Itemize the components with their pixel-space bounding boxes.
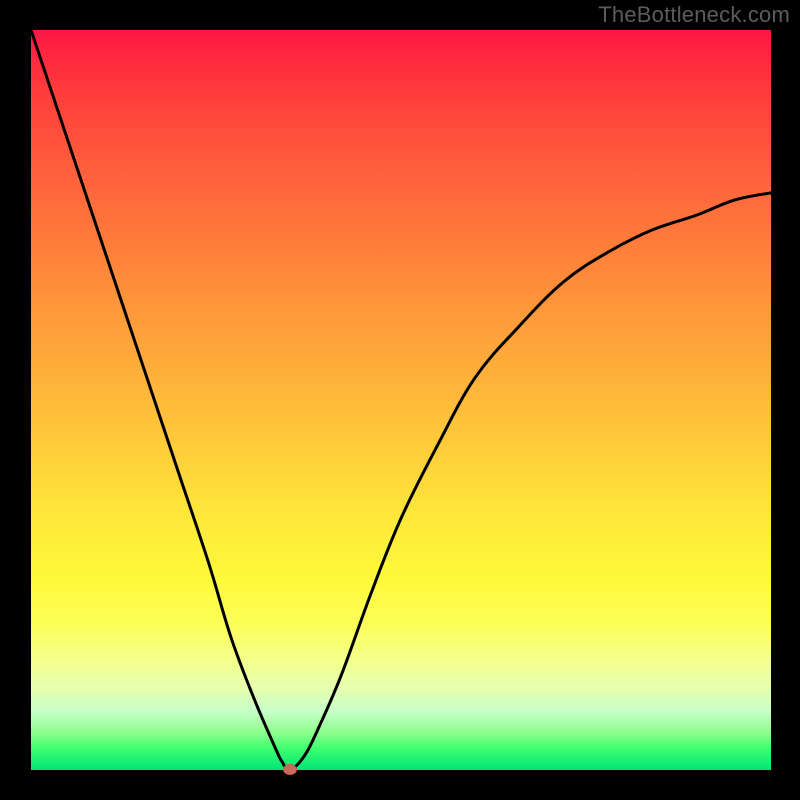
watermark-text: TheBottleneck.com (598, 2, 790, 28)
bottleneck-curve (31, 30, 771, 770)
current-point-marker (283, 764, 297, 775)
chart-frame: TheBottleneck.com (0, 0, 800, 800)
